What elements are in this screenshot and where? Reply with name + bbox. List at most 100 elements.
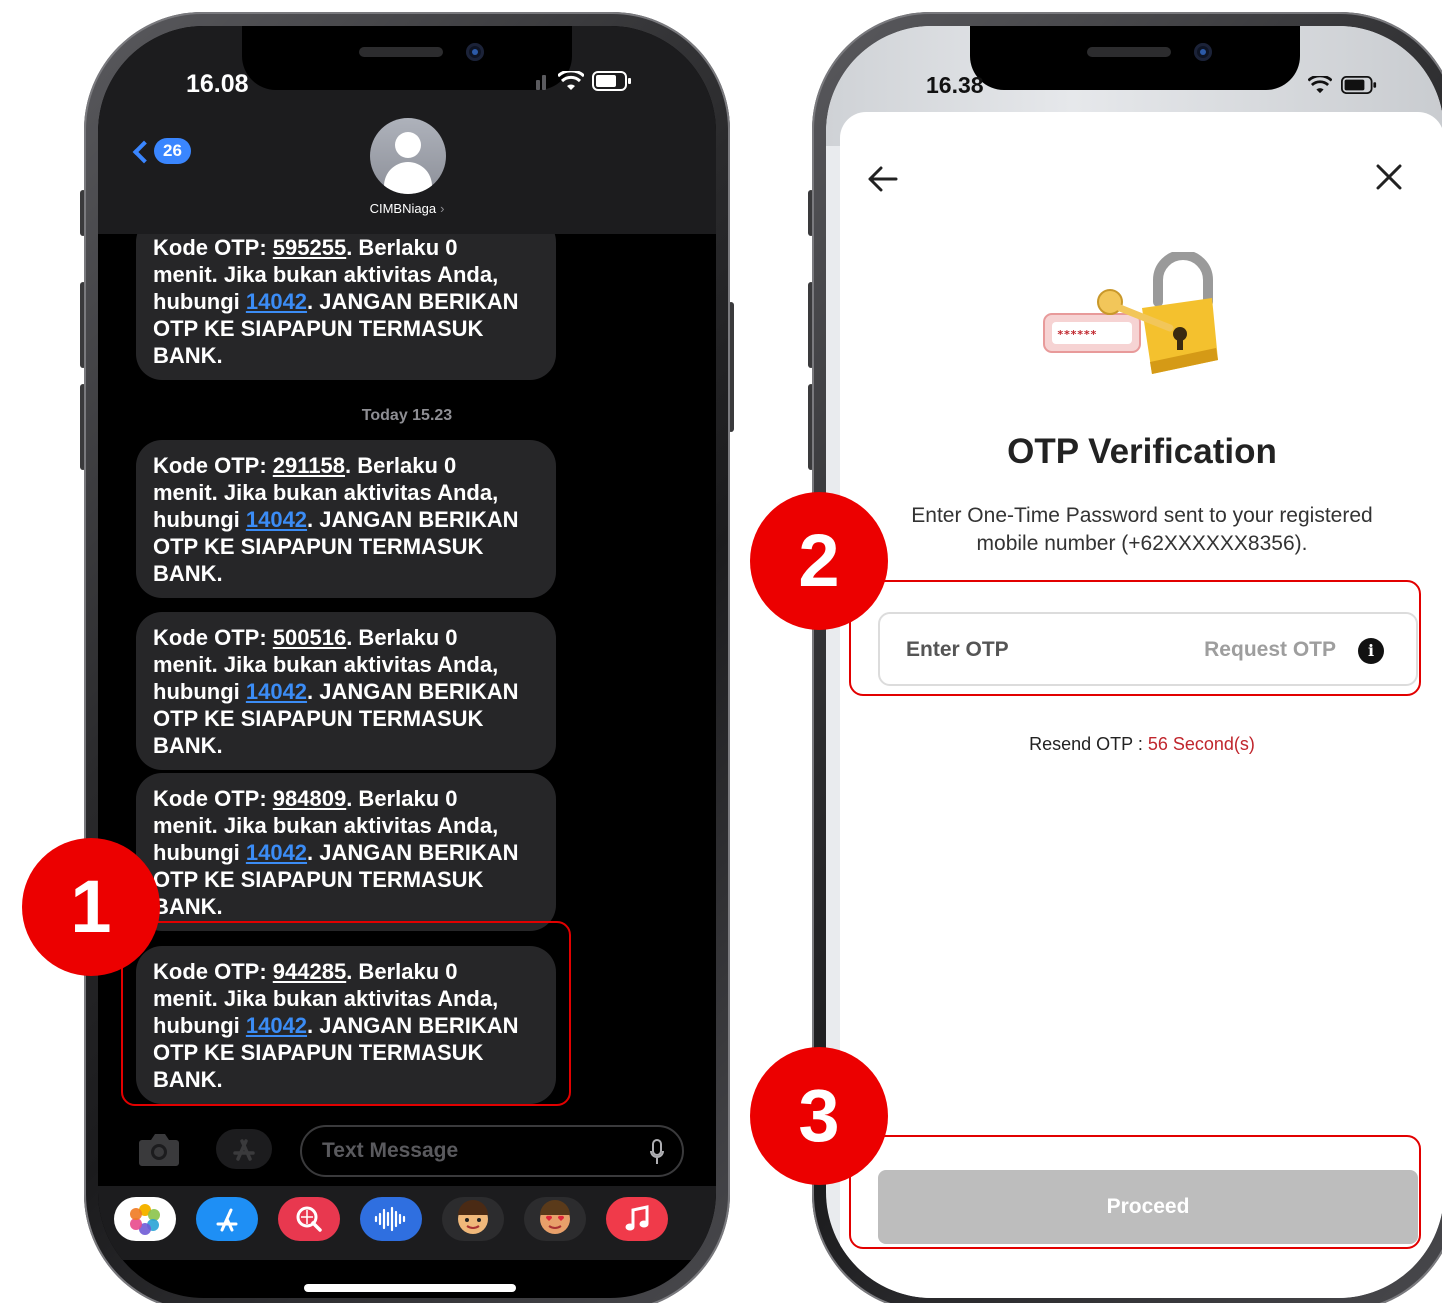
otp-code[interactable]: 984809 — [273, 786, 346, 811]
arrow-left-icon[interactable] — [866, 164, 900, 194]
magnifier-globe-icon — [296, 1206, 322, 1232]
validity-text: . Berlaku 0 — [344, 453, 457, 478]
message-line: BANK. — [153, 894, 223, 919]
notch — [242, 26, 572, 90]
music-icon[interactable] — [606, 1197, 668, 1241]
app-store-glyph — [216, 1208, 238, 1232]
highlight-box-proceed — [849, 1135, 1421, 1249]
avatar-body — [384, 162, 432, 194]
earpiece-speaker — [359, 47, 443, 57]
message-bubble[interactable]: Kode OTP: 984809. Berlaku 0 menit. Jika … — [136, 773, 556, 931]
earpiece-speaker — [1087, 47, 1171, 57]
otp-description: Enter One-Time Password sent to your reg… — [840, 502, 1442, 558]
animoji-icon[interactable] — [524, 1197, 586, 1241]
otp-verification-sheet: ****** OTP Verification Enter One-Time P… — [840, 112, 1442, 1298]
contact-avatar[interactable] — [370, 118, 446, 194]
contact-name-label: CIMBNiaga — [369, 201, 437, 216]
message-line: Kode OTP: 500516. Berlaku 0 — [153, 624, 540, 651]
app-store-button[interactable] — [216, 1129, 272, 1169]
text-message-input[interactable]: Text Message — [300, 1125, 684, 1177]
message-line: Kode OTP: 984809. Berlaku 0 — [153, 785, 540, 812]
message-bubble[interactable]: Kode OTP: 595255. Berlaku 0 menit. Jika … — [136, 216, 556, 380]
otp-prefix: Kode OTP: — [153, 625, 273, 650]
chevron-left-icon — [132, 140, 156, 164]
warning-text: . JANGAN BERIKAN — [307, 289, 519, 314]
message-line: OTP KE SIAPAPUN TERMASUK — [153, 316, 484, 341]
chevron-right-icon: › — [440, 201, 445, 216]
notch — [970, 26, 1300, 90]
otp-code[interactable]: 291158 — [273, 453, 345, 478]
messages-screen: 26 CIMBNiaga › 16.08 Kode OTP: 595255. B… — [98, 26, 716, 1298]
messages-phone: 26 CIMBNiaga › 16.08 Kode OTP: 595255. B… — [80, 12, 734, 1303]
message-line: Kode OTP: 291158. Berlaku 0 — [153, 452, 540, 479]
photos-icon[interactable] — [114, 1197, 176, 1241]
photos-flower-icon — [130, 1204, 160, 1235]
message-line: OTP KE SIAPAPUN TERMASUK — [153, 534, 484, 559]
message-line: BANK. — [153, 561, 223, 586]
otp-code[interactable]: 595255 — [273, 235, 346, 260]
home-indicator[interactable] — [304, 1284, 516, 1292]
waveform-icon — [374, 1206, 406, 1232]
validity-text: . Berlaku 0 — [346, 625, 458, 650]
highlight-box-otp-field — [849, 580, 1421, 696]
phone-number-link[interactable]: 14042 — [246, 289, 307, 314]
status-time: 16.08 — [186, 70, 249, 98]
phone-number-link[interactable]: 14042 — [246, 679, 307, 704]
message-bubble[interactable]: Kode OTP: 500516. Berlaku 0 menit. Jika … — [136, 612, 556, 770]
microphone-icon[interactable] — [650, 1139, 664, 1165]
phone-number-link[interactable]: 14042 — [246, 507, 307, 532]
warning-text: . JANGAN BERIKAN — [307, 507, 519, 532]
validity-text: . Berlaku 0 — [346, 235, 458, 260]
app-store-icon — [233, 1139, 255, 1161]
otp-description-line2: mobile number (+62XXXXXX8356). — [976, 532, 1308, 555]
memoji-icon[interactable] — [442, 1197, 504, 1241]
status-icons — [1308, 76, 1378, 94]
message-line: hubungi 14042. JANGAN BERIKAN — [153, 288, 540, 315]
call-prefix: hubungi — [153, 507, 246, 532]
otp-prefix: Kode OTP: — [153, 453, 273, 478]
message-line: hubungi 14042. JANGAN BERIKAN — [153, 678, 540, 705]
message-line: menit. Jika bukan aktivitas Anda, — [153, 652, 499, 677]
masked-password-text: ****** — [1057, 328, 1097, 341]
camera-icon[interactable] — [138, 1131, 180, 1167]
message-line: menit. Jika bukan aktivitas Anda, — [153, 262, 499, 287]
otp-code[interactable]: 500516 — [273, 625, 346, 650]
back-button[interactable]: 26 — [132, 138, 191, 164]
battery-icon — [1341, 76, 1377, 94]
resend-otp-timer: Resend OTP : 56 Second(s) — [840, 734, 1442, 755]
validity-text: . Berlaku 0 — [346, 786, 458, 811]
unread-count-badge: 26 — [154, 138, 191, 164]
app-store-icon[interactable] — [196, 1197, 258, 1241]
message-input-bar: Text Message — [98, 1121, 716, 1183]
close-icon[interactable] — [1374, 162, 1404, 192]
step-marker-3: 3 — [750, 1047, 888, 1185]
otp-prefix: Kode OTP: — [153, 786, 273, 811]
contact-name[interactable]: CIMBNiaga › — [98, 201, 716, 216]
warning-text: . JANGAN BERIKAN — [307, 679, 519, 704]
front-camera — [1194, 43, 1212, 61]
resend-countdown: 56 Second(s) — [1147, 734, 1255, 754]
phone-number-link[interactable]: 14042 — [246, 840, 307, 865]
status-icons — [536, 71, 632, 91]
memoji-face-icon — [458, 1200, 488, 1234]
message-line: Kode OTP: 595255. Berlaku 0 — [153, 234, 540, 261]
audio-message-icon[interactable] — [360, 1197, 422, 1241]
message-bubble[interactable]: Kode OTP: 291158. Berlaku 0 menit. Jika … — [136, 440, 556, 598]
message-line: hubungi 14042. JANGAN BERIKAN — [153, 506, 540, 533]
wifi-icon — [558, 71, 584, 90]
page-title: OTP Verification — [1007, 432, 1277, 471]
message-line: BANK. — [153, 733, 223, 758]
resend-otp-label: Resend OTP : — [1029, 734, 1148, 754]
battery-icon — [592, 71, 631, 91]
padlock-key-icon: ****** — [1043, 250, 1218, 374]
call-prefix: hubungi — [153, 840, 246, 865]
search-images-icon[interactable] — [278, 1197, 340, 1241]
cellular-signal-icon — [536, 75, 546, 90]
imessage-app-drawer — [98, 1186, 716, 1260]
message-line: menit. Jika bukan aktivitas Anda, — [153, 813, 499, 838]
music-note-icon — [625, 1205, 649, 1231]
message-timestamp: Today 15.23 — [361, 407, 453, 424]
call-prefix: hubungi — [153, 679, 246, 704]
otp-description-line1: Enter One-Time Password sent to your reg… — [911, 504, 1373, 527]
status-time: 16.38 — [926, 72, 984, 98]
